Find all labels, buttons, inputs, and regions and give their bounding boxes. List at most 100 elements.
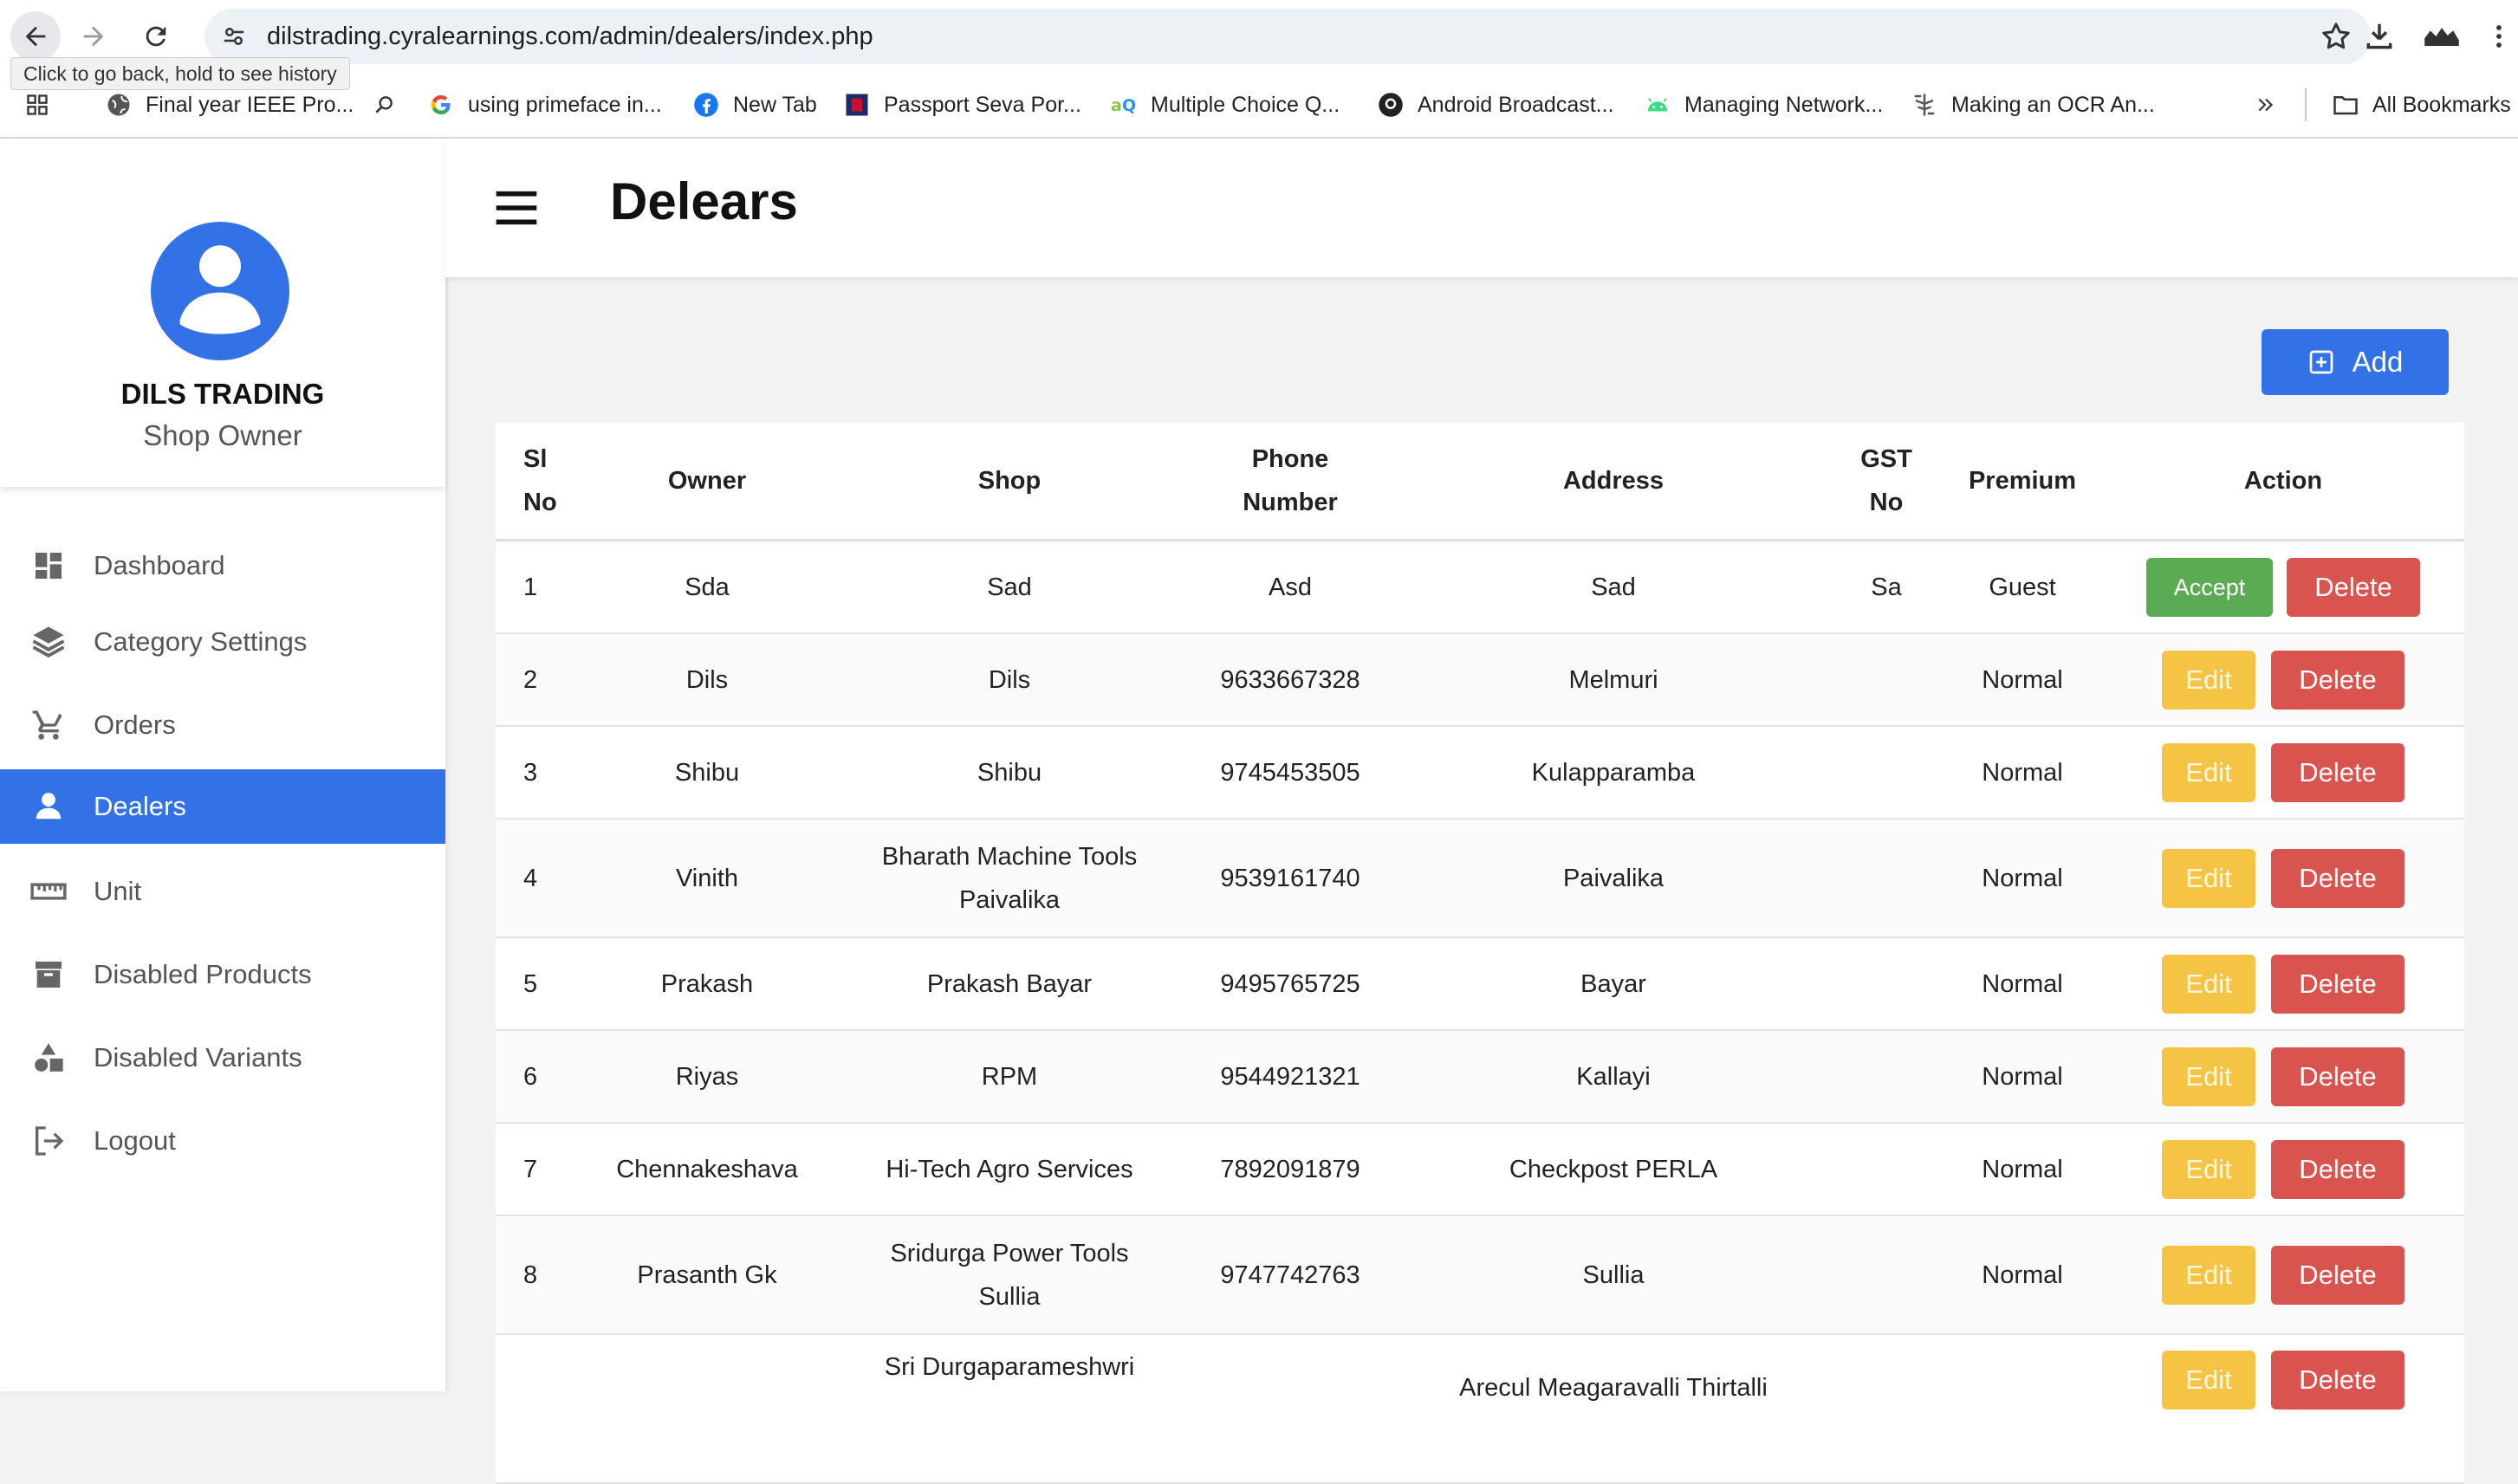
sidebar-item-label: Category Settings bbox=[94, 626, 308, 657]
delete-button[interactable]: Delete bbox=[2271, 650, 2404, 710]
cell-action: Edit Delete bbox=[2102, 1030, 2464, 1124]
sidebar-item-disabled-variants[interactable]: Disabled Variants bbox=[0, 1021, 445, 1095]
edit-button[interactable]: Edit bbox=[2162, 1351, 2255, 1409]
layers-icon bbox=[29, 623, 68, 661]
column-header-action: Action bbox=[2102, 423, 2464, 541]
cell-gst bbox=[1830, 819, 1943, 938]
column-header-address: Address bbox=[1397, 423, 1830, 541]
bookmark-item[interactable]: Making an OCR An... bbox=[1911, 73, 2155, 137]
cell-address: Paivalika bbox=[1397, 819, 1830, 938]
chevrons-right-icon bbox=[2253, 92, 2279, 118]
arrow-right-icon bbox=[83, 26, 104, 47]
column-header-shop: Shop bbox=[835, 423, 1184, 541]
cell-address: Bayar bbox=[1397, 937, 1830, 1031]
cell-shop: Sridurga Power Tools Sullia bbox=[835, 1215, 1184, 1335]
delete-button[interactable]: Delete bbox=[2271, 742, 2404, 802]
bookmark-star-icon[interactable] bbox=[2319, 19, 2353, 54]
reload-button[interactable] bbox=[133, 10, 178, 62]
cell-premium: Normal bbox=[1943, 726, 2102, 820]
bookmark-item[interactable]: using primeface in... bbox=[428, 73, 662, 137]
aq-icon: aQ bbox=[1111, 92, 1137, 118]
back-button[interactable] bbox=[10, 11, 61, 62]
brand-name: DILS TRADING bbox=[120, 378, 325, 410]
cell-action: Edit Delete bbox=[2102, 1334, 2464, 1484]
edit-button[interactable]: Edit bbox=[2162, 650, 2255, 710]
edit-button[interactable]: Edit bbox=[2162, 1139, 2255, 1199]
cell-gst bbox=[1830, 1030, 1943, 1124]
download-icon bbox=[2366, 23, 2392, 49]
user-avatar-icon bbox=[151, 222, 289, 360]
menu-toggle-icon[interactable] bbox=[492, 184, 541, 232]
bookmark-item[interactable]: Managing Network... bbox=[1645, 73, 1883, 137]
cell-shop: Prakash Bayar bbox=[835, 937, 1184, 1031]
table-row: 5 Prakash Prakash Bayar 9495765725 Bayar… bbox=[496, 937, 2464, 1031]
svg-text:a: a bbox=[1111, 96, 1122, 115]
cell-premium: Normal bbox=[1943, 937, 2102, 1031]
cell-gst bbox=[1830, 726, 1943, 820]
cell-action: Accept Delete bbox=[2102, 540, 2464, 634]
accept-button[interactable]: Accept bbox=[2146, 557, 2273, 617]
bookmark-search-item[interactable] bbox=[371, 73, 411, 137]
ruler-icon bbox=[29, 872, 68, 910]
add-button-label: Add bbox=[2352, 346, 2404, 378]
site-info-icon[interactable] bbox=[217, 19, 251, 54]
dashboard-icon bbox=[29, 547, 68, 585]
edit-button[interactable]: Edit bbox=[2162, 848, 2255, 908]
delete-button[interactable]: Delete bbox=[2271, 1139, 2404, 1199]
delete-button[interactable]: Delete bbox=[2271, 1047, 2404, 1106]
sidebar-item-category-settings[interactable]: Category Settings bbox=[0, 605, 445, 679]
cell-sl-no: 8 bbox=[496, 1215, 579, 1335]
cell-owner bbox=[579, 1334, 835, 1484]
sidebar-item-logout[interactable]: Logout bbox=[0, 1104, 445, 1178]
bookmark-label: Final year IEEE Pro... bbox=[146, 92, 354, 117]
cell-premium: Normal bbox=[1943, 819, 2102, 938]
sidebar-item-unit[interactable]: Unit bbox=[0, 854, 445, 929]
cell-sl-no: 7 bbox=[496, 1123, 579, 1216]
edit-button[interactable]: Edit bbox=[2162, 954, 2255, 1014]
more-bookmarks-button[interactable] bbox=[2253, 73, 2293, 137]
passport-icon bbox=[844, 92, 870, 118]
bookmarks-divider bbox=[2305, 88, 2307, 121]
download-button[interactable] bbox=[2359, 16, 2400, 57]
sidebar-item-dashboard[interactable]: Dashboard bbox=[0, 528, 445, 603]
delete-button[interactable]: Delete bbox=[2287, 557, 2420, 617]
bookmark-label: Android Broadcast... bbox=[1418, 92, 1614, 117]
browser-menu-button[interactable] bbox=[2483, 16, 2515, 57]
bookmark-item[interactable]: New Tab bbox=[693, 73, 817, 137]
delete-button[interactable]: Delete bbox=[2271, 1351, 2404, 1409]
edit-button[interactable]: Edit bbox=[2162, 1047, 2255, 1106]
sidebar-item-orders[interactable]: Orders bbox=[0, 688, 445, 762]
address-bar[interactable]: dilstrading.cyralearnings.com/admin/deal… bbox=[204, 9, 2371, 64]
cell-gst bbox=[1830, 1334, 1943, 1484]
sidebar: DILS TRADING Shop Owner Dashboard Catego… bbox=[0, 139, 445, 1391]
all-bookmarks-button[interactable]: All Bookmarks bbox=[2333, 73, 2511, 137]
bookmark-label: using primeface in... bbox=[468, 92, 662, 117]
bookmark-item[interactable]: Passport Seva Por... bbox=[844, 73, 1081, 137]
forward-button[interactable] bbox=[71, 10, 116, 62]
cart-icon bbox=[29, 706, 68, 744]
table-row: 4 Vinith Bharath Machine Tools Paivalika … bbox=[496, 819, 2464, 938]
delete-button[interactable]: Delete bbox=[2271, 954, 2404, 1014]
delete-button[interactable]: Delete bbox=[2271, 1245, 2404, 1305]
cell-owner: Shibu bbox=[579, 726, 835, 820]
url-text[interactable]: dilstrading.cyralearnings.com/admin/deal… bbox=[267, 9, 873, 64]
bookmark-item[interactable]: Android Broadcast... bbox=[1378, 73, 1614, 137]
table-row: 7 Chennakeshava Hi-Tech Agro Services 78… bbox=[496, 1123, 2464, 1216]
cell-phone: 9544921321 bbox=[1184, 1030, 1397, 1124]
sidebar-item-disabled-products[interactable]: Disabled Products bbox=[0, 937, 445, 1012]
profile-button[interactable] bbox=[2421, 16, 2463, 57]
add-box-icon bbox=[2309, 350, 2333, 374]
cell-gst bbox=[1830, 1215, 1943, 1335]
search-icon bbox=[371, 92, 397, 118]
cell-address: Sullia bbox=[1397, 1215, 1830, 1335]
cell-phone: 9745453505 bbox=[1184, 726, 1397, 820]
cell-phone: 9747742763 bbox=[1184, 1215, 1397, 1335]
arrow-left-icon bbox=[25, 26, 46, 47]
delete-button[interactable]: Delete bbox=[2271, 848, 2404, 908]
sidebar-item-dealers[interactable]: Dealers bbox=[0, 769, 445, 844]
add-dealer-button[interactable]: Add bbox=[2262, 329, 2449, 395]
edit-button[interactable]: Edit bbox=[2162, 742, 2255, 802]
table-row: 8 Prasanth Gk Sridurga Power Tools Sullia… bbox=[496, 1215, 2464, 1335]
bookmark-item[interactable]: aQ Multiple Choice Q... bbox=[1111, 73, 1340, 137]
edit-button[interactable]: Edit bbox=[2162, 1245, 2255, 1305]
